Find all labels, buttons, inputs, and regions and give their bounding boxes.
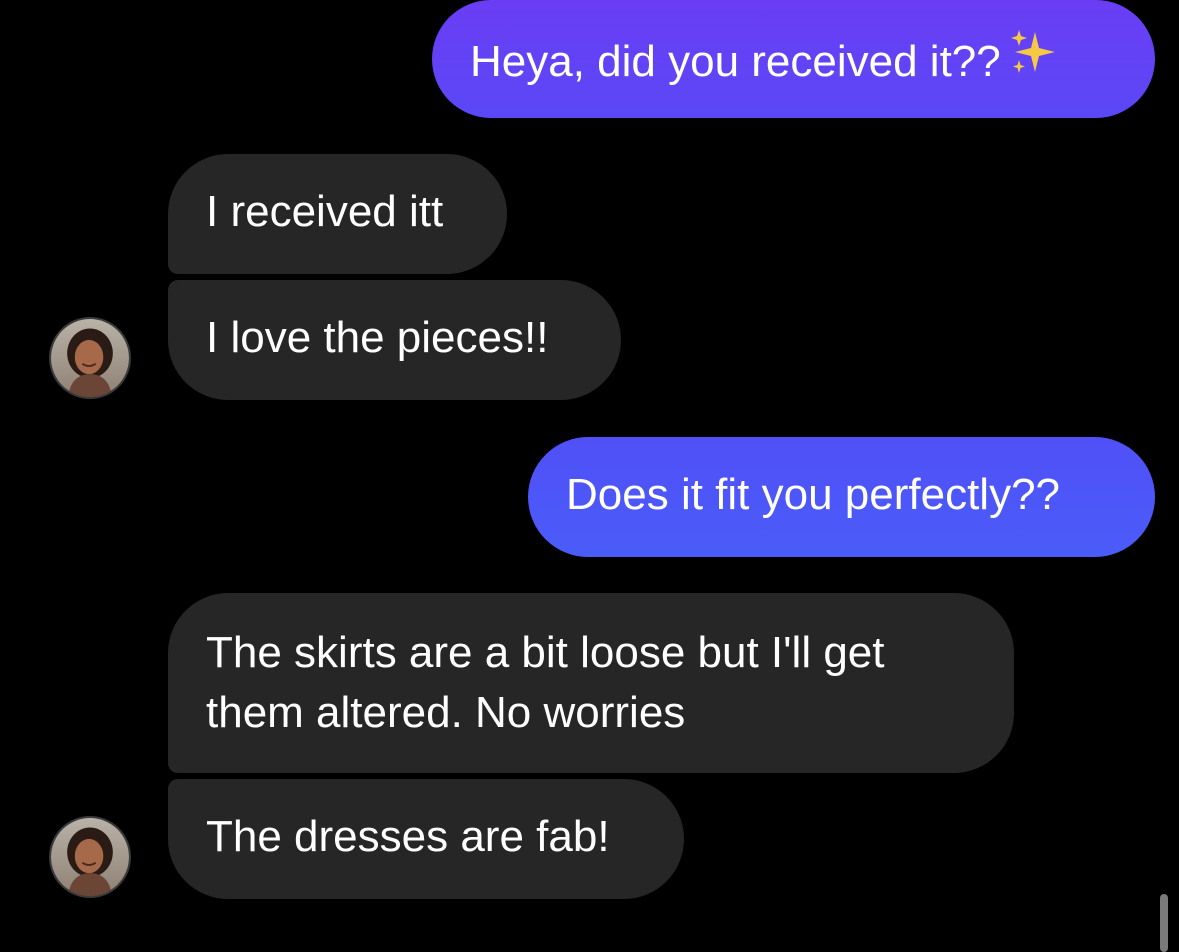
contact-avatar[interactable] (49, 317, 131, 399)
message-text: The dresses are fab! (206, 812, 610, 861)
received-message-bubble[interactable]: The skirts are a bit loose but I'll get … (168, 593, 1014, 773)
sent-message-bubble[interactable]: Heya, did you received it?? (432, 0, 1155, 118)
scrollbar[interactable] (1160, 894, 1168, 952)
received-message-bubble[interactable]: I love the pieces!! (168, 280, 621, 400)
received-message-bubble[interactable]: The dresses are fab! (168, 779, 684, 899)
sparkles-icon (1005, 26, 1059, 96)
received-message-bubble[interactable]: I received itt (168, 154, 507, 274)
sent-message-bubble[interactable]: Does it fit you perfectly?? (528, 437, 1155, 557)
message-text: I received itt (206, 187, 444, 236)
message-text: Does it fit you perfectly?? (566, 470, 1061, 519)
message-text: The skirts are a bit loose but I'll get … (206, 628, 885, 737)
message-text: I love the pieces!! (206, 313, 549, 362)
contact-avatar[interactable] (49, 816, 131, 898)
message-text: Heya, did you received it?? (470, 37, 1001, 86)
